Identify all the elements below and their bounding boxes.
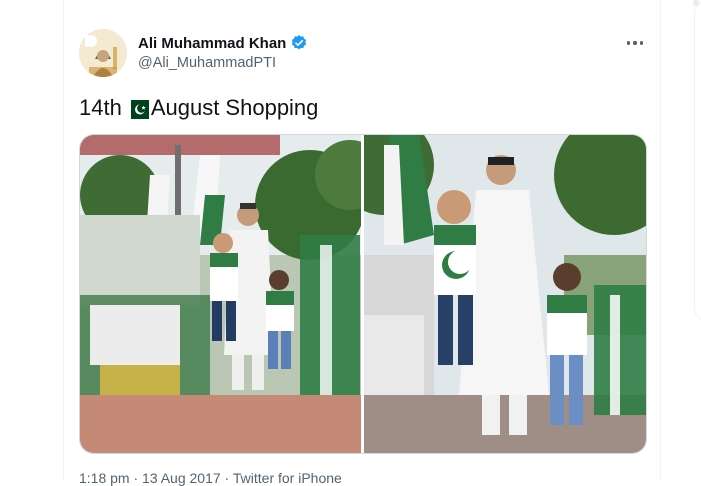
sidebar-card-edge [694,0,701,322]
tweet-source[interactable]: Twitter for iPhone [233,470,342,486]
meta-separator: · [220,470,233,486]
timeline-right-border [660,0,661,480]
author-avatar[interactable] [79,29,127,77]
tweet-timestamp[interactable]: 1:18 pm · 13 Aug 2017 [79,470,221,486]
tweet-photo-1[interactable] [80,135,361,453]
tweet-text-part-2: August Shopping [150,95,319,120]
tweet-meta-row: 1:18 pm · 13 Aug 2017 · Twitter for iPho… [79,470,342,486]
timeline-left-border [63,0,64,480]
more-options-icon[interactable] [620,30,650,56]
scrollbar-edge[interactable] [693,0,699,6]
tweet-text: 14th August Shopping [79,95,318,121]
tweet-text-part-1: 14th [79,95,122,120]
pakistan-flag-icon [124,99,149,119]
author-handle[interactable]: @Ali_MuhammadPTI [138,55,276,71]
verified-badge-icon [290,34,308,52]
tweet-media-grid[interactable] [79,134,647,454]
tweet-photo-2[interactable] [364,135,646,453]
author-name-row[interactable]: Ali Muhammad Khan [138,34,308,52]
author-display-name[interactable]: Ali Muhammad Khan [138,35,286,52]
